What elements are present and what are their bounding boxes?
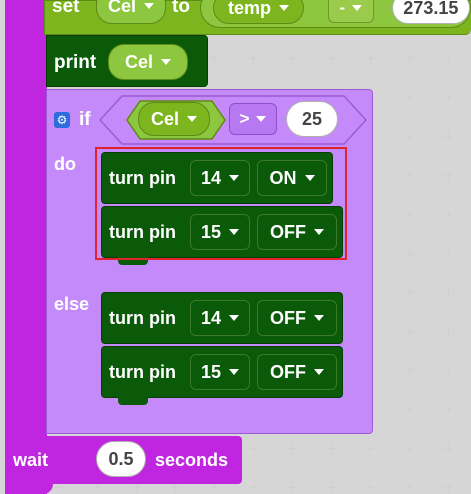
- print-keyword: print: [54, 52, 97, 73]
- else-2-state-dropdown[interactable]: OFF: [257, 354, 337, 390]
- else-1-pin-dropdown[interactable]: 14: [190, 300, 250, 336]
- subtract-value-input[interactable]: 273.15: [391, 0, 470, 24]
- operator-label: -: [339, 0, 346, 17]
- chevron-down-icon: [187, 116, 197, 122]
- subtract-value: 273.15: [403, 0, 459, 18]
- else-1-pin: 14: [200, 307, 222, 328]
- chevron-down-icon: [314, 369, 324, 375]
- wait-unit-label: seconds: [155, 450, 229, 470]
- block-notch: [118, 395, 148, 405]
- print-variable-dropdown[interactable]: Cel: [108, 44, 188, 80]
- else-1-label: turn pin: [109, 308, 176, 328]
- chevron-down-icon: [144, 3, 154, 9]
- chevron-down-icon: [352, 5, 363, 11]
- loop-left-bar: [5, 0, 47, 494]
- wait-keyword: wait: [13, 450, 49, 470]
- wait-value-input[interactable]: 0.5: [96, 441, 146, 477]
- chevron-down-icon: [256, 116, 267, 122]
- set-keyword: set: [52, 0, 80, 17]
- set-variable-label: Cel: [107, 0, 136, 16]
- if-keyword: if: [79, 109, 91, 130]
- source-variable-dropdown[interactable]: temp: [213, 0, 305, 24]
- condition-value-input[interactable]: 25: [286, 101, 338, 137]
- print-variable-label: Cel: [124, 51, 153, 72]
- else-2-label: turn pin: [109, 362, 176, 382]
- operator-dropdown[interactable]: -: [328, 0, 374, 23]
- set-variable-dropdown[interactable]: Cel: [96, 0, 166, 24]
- else-1-state-dropdown[interactable]: OFF: [257, 300, 337, 336]
- wait-value: 0.5: [108, 448, 134, 469]
- else-label: else: [54, 294, 90, 314]
- else-1-state: OFF: [270, 307, 306, 328]
- selection-highlight: [95, 147, 347, 260]
- else-2-pin: 15: [200, 361, 222, 382]
- chevron-down-icon: [279, 5, 290, 11]
- condition-variable-label: Cel: [150, 108, 179, 129]
- chevron-down-icon: [229, 369, 240, 375]
- comparator-dropdown[interactable]: >: [229, 103, 277, 135]
- else-2-pin-dropdown[interactable]: 15: [190, 354, 250, 390]
- do-label: do: [54, 154, 76, 174]
- chevron-down-icon: [314, 315, 324, 321]
- set-source-block[interactable]: temp - 273.15: [200, 0, 471, 28]
- else-2-state: OFF: [270, 361, 306, 382]
- set-to-label: to: [172, 0, 190, 17]
- source-variable-label: temp: [228, 0, 272, 18]
- comparator-label: >: [239, 109, 250, 128]
- condition-value: 25: [301, 108, 323, 129]
- gear-icon[interactable]: ⚙: [54, 112, 70, 128]
- condition-variable-dropdown[interactable]: Cel: [138, 102, 210, 136]
- chevron-down-icon: [161, 59, 171, 65]
- chevron-down-icon: [229, 315, 240, 321]
